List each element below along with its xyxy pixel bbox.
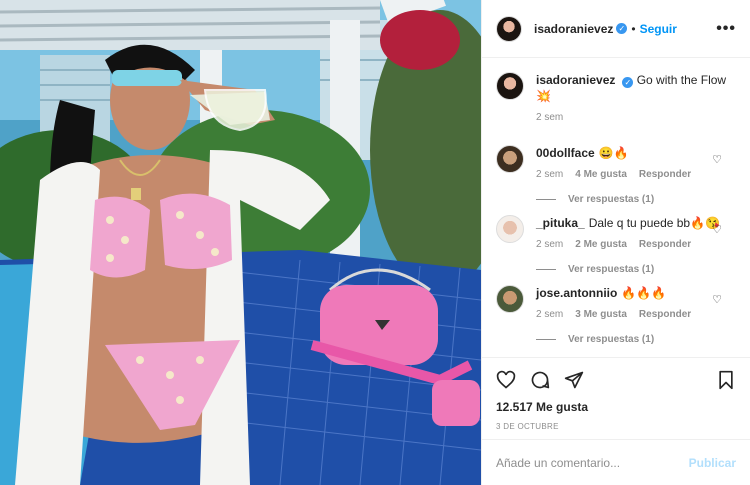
commenter-avatar[interactable]	[496, 145, 524, 173]
comment-text: 😀🔥	[598, 146, 629, 160]
comment-item: 00dollface 😀🔥 2 sem 4 Me gusta Responder …	[496, 145, 736, 205]
view-replies-button[interactable]: Ver respuestas (1)	[536, 264, 736, 275]
add-comment-bar: Publicar	[482, 439, 750, 485]
comment-item: jose.antonniio 🔥🔥🔥 2 sem 3 Me gusta Respo…	[496, 285, 736, 345]
photo-illustration	[0, 0, 481, 485]
comment-like-heart-icon[interactable]: ♡	[712, 293, 722, 306]
comment-author[interactable]: jose.antonniio	[536, 286, 617, 300]
caption-author[interactable]: isadoranievez	[536, 73, 615, 87]
comment-text: 🔥🔥🔥	[621, 286, 667, 300]
like-heart-icon[interactable]	[496, 370, 516, 390]
comment-likes[interactable]: 4 Me gusta	[575, 169, 627, 180]
separator-dot: •	[631, 21, 636, 36]
post-side-panel: isadoranievez ✓ • Seguir ••• isadoraniev…	[481, 0, 750, 485]
author-username[interactable]: isadoranievez	[534, 22, 613, 36]
comment-likes[interactable]: 3 Me gusta	[575, 309, 627, 320]
view-replies-button[interactable]: Ver respuestas (1)	[536, 194, 736, 205]
commenter-avatar[interactable]	[496, 285, 524, 313]
comment-time[interactable]: 2 sem	[536, 309, 563, 320]
post-header: isadoranievez ✓ • Seguir •••	[482, 0, 750, 58]
caption-time[interactable]: 2 sem	[536, 112, 563, 123]
post-photo[interactable]	[0, 0, 481, 485]
comment-author[interactable]: 00dollface	[536, 146, 595, 160]
verified-badge-icon: ✓	[622, 77, 634, 88]
comment-input[interactable]	[496, 455, 689, 470]
reply-button[interactable]: Responder	[639, 169, 691, 180]
comment-likes[interactable]: 2 Me gusta	[575, 239, 627, 250]
reply-button[interactable]: Responder	[639, 309, 691, 320]
comment-time[interactable]: 2 sem	[536, 169, 563, 180]
caption: isadoranievez ✓ Go with the Flow 💥 2 sem	[496, 72, 736, 123]
replies-line	[536, 269, 556, 270]
verified-badge-icon: ✓	[616, 23, 628, 34]
likes-count[interactable]: 12.517 Me gusta	[496, 400, 736, 414]
view-replies-button[interactable]: Ver respuestas (1)	[536, 334, 736, 345]
save-bookmark-icon[interactable]	[716, 370, 736, 390]
comment-bubble-icon[interactable]	[530, 370, 550, 390]
share-send-icon[interactable]	[564, 370, 584, 390]
author-avatar[interactable]	[496, 15, 522, 42]
replies-line	[536, 339, 556, 340]
instagram-post: isadoranievez ✓ • Seguir ••• isadoraniev…	[0, 0, 750, 485]
comments-list[interactable]: isadoranievez ✓ Go with the Flow 💥 2 sem …	[482, 58, 750, 357]
commenter-avatar[interactable]	[496, 215, 524, 243]
comment-text: Dale q tu puede bb🔥😘	[588, 216, 720, 230]
reply-button[interactable]: Responder	[639, 239, 691, 250]
comment-item: _pituka_ Dale q tu puede bb🔥😘 2 sem 2 Me …	[496, 215, 736, 275]
caption-avatar[interactable]	[496, 72, 524, 100]
comment-time[interactable]: 2 sem	[536, 239, 563, 250]
publish-button[interactable]: Publicar	[689, 456, 736, 470]
comment-like-heart-icon[interactable]: ♡	[712, 223, 722, 236]
replies-line	[536, 199, 556, 200]
post-date[interactable]: 3 DE OCTUBRE	[496, 422, 736, 431]
post-actions: 12.517 Me gusta 3 DE OCTUBRE	[482, 357, 750, 439]
follow-button[interactable]: Seguir	[640, 22, 677, 36]
comment-author[interactable]: _pituka_	[536, 216, 585, 230]
more-options-icon[interactable]: •••	[716, 20, 736, 38]
comment-like-heart-icon[interactable]: ♡	[712, 153, 722, 166]
